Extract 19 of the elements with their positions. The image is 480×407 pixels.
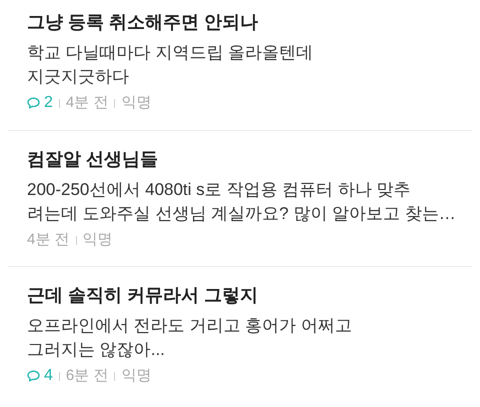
- post-title[interactable]: 근데 솔직히 커뮤라서 그렇지: [27, 283, 453, 307]
- post-body-line: 그러지는 않잖아...: [27, 339, 166, 361]
- post-author: 익명: [121, 92, 152, 113]
- post-time: 6분 전: [66, 366, 108, 386]
- post-author: 익명: [121, 366, 152, 386]
- post-time: 4분 전: [27, 230, 70, 250]
- post-body-line: 지긋지긋하다: [27, 66, 130, 88]
- comment-icon: [27, 370, 40, 382]
- post-title[interactable]: 컴잘알 선생님들: [27, 147, 453, 171]
- post-author: 익명: [82, 230, 113, 250]
- post-body-line: 학교 다닐때마다 지역드립 올라올텐데: [27, 42, 314, 64]
- post-title[interactable]: 그냥 등록 취소해주면 안되나: [27, 10, 453, 34]
- comment-count: 2: [44, 93, 53, 113]
- comment-count: 4: [44, 366, 53, 386]
- post-body-line: 오프라인에서 전라도 거리고 홍어가 어쩌고: [27, 315, 353, 337]
- comment-icon: [27, 97, 40, 109]
- post-time: 4분 전: [66, 92, 108, 113]
- post-body-line: 200-250선에서 4080ti s로 작업용 컴퓨터 하나 맞추: [27, 179, 412, 201]
- post-body-line: 려는데 도와주실 선생님 계실까요? 많이 알아보고 찾는…: [27, 203, 453, 225]
